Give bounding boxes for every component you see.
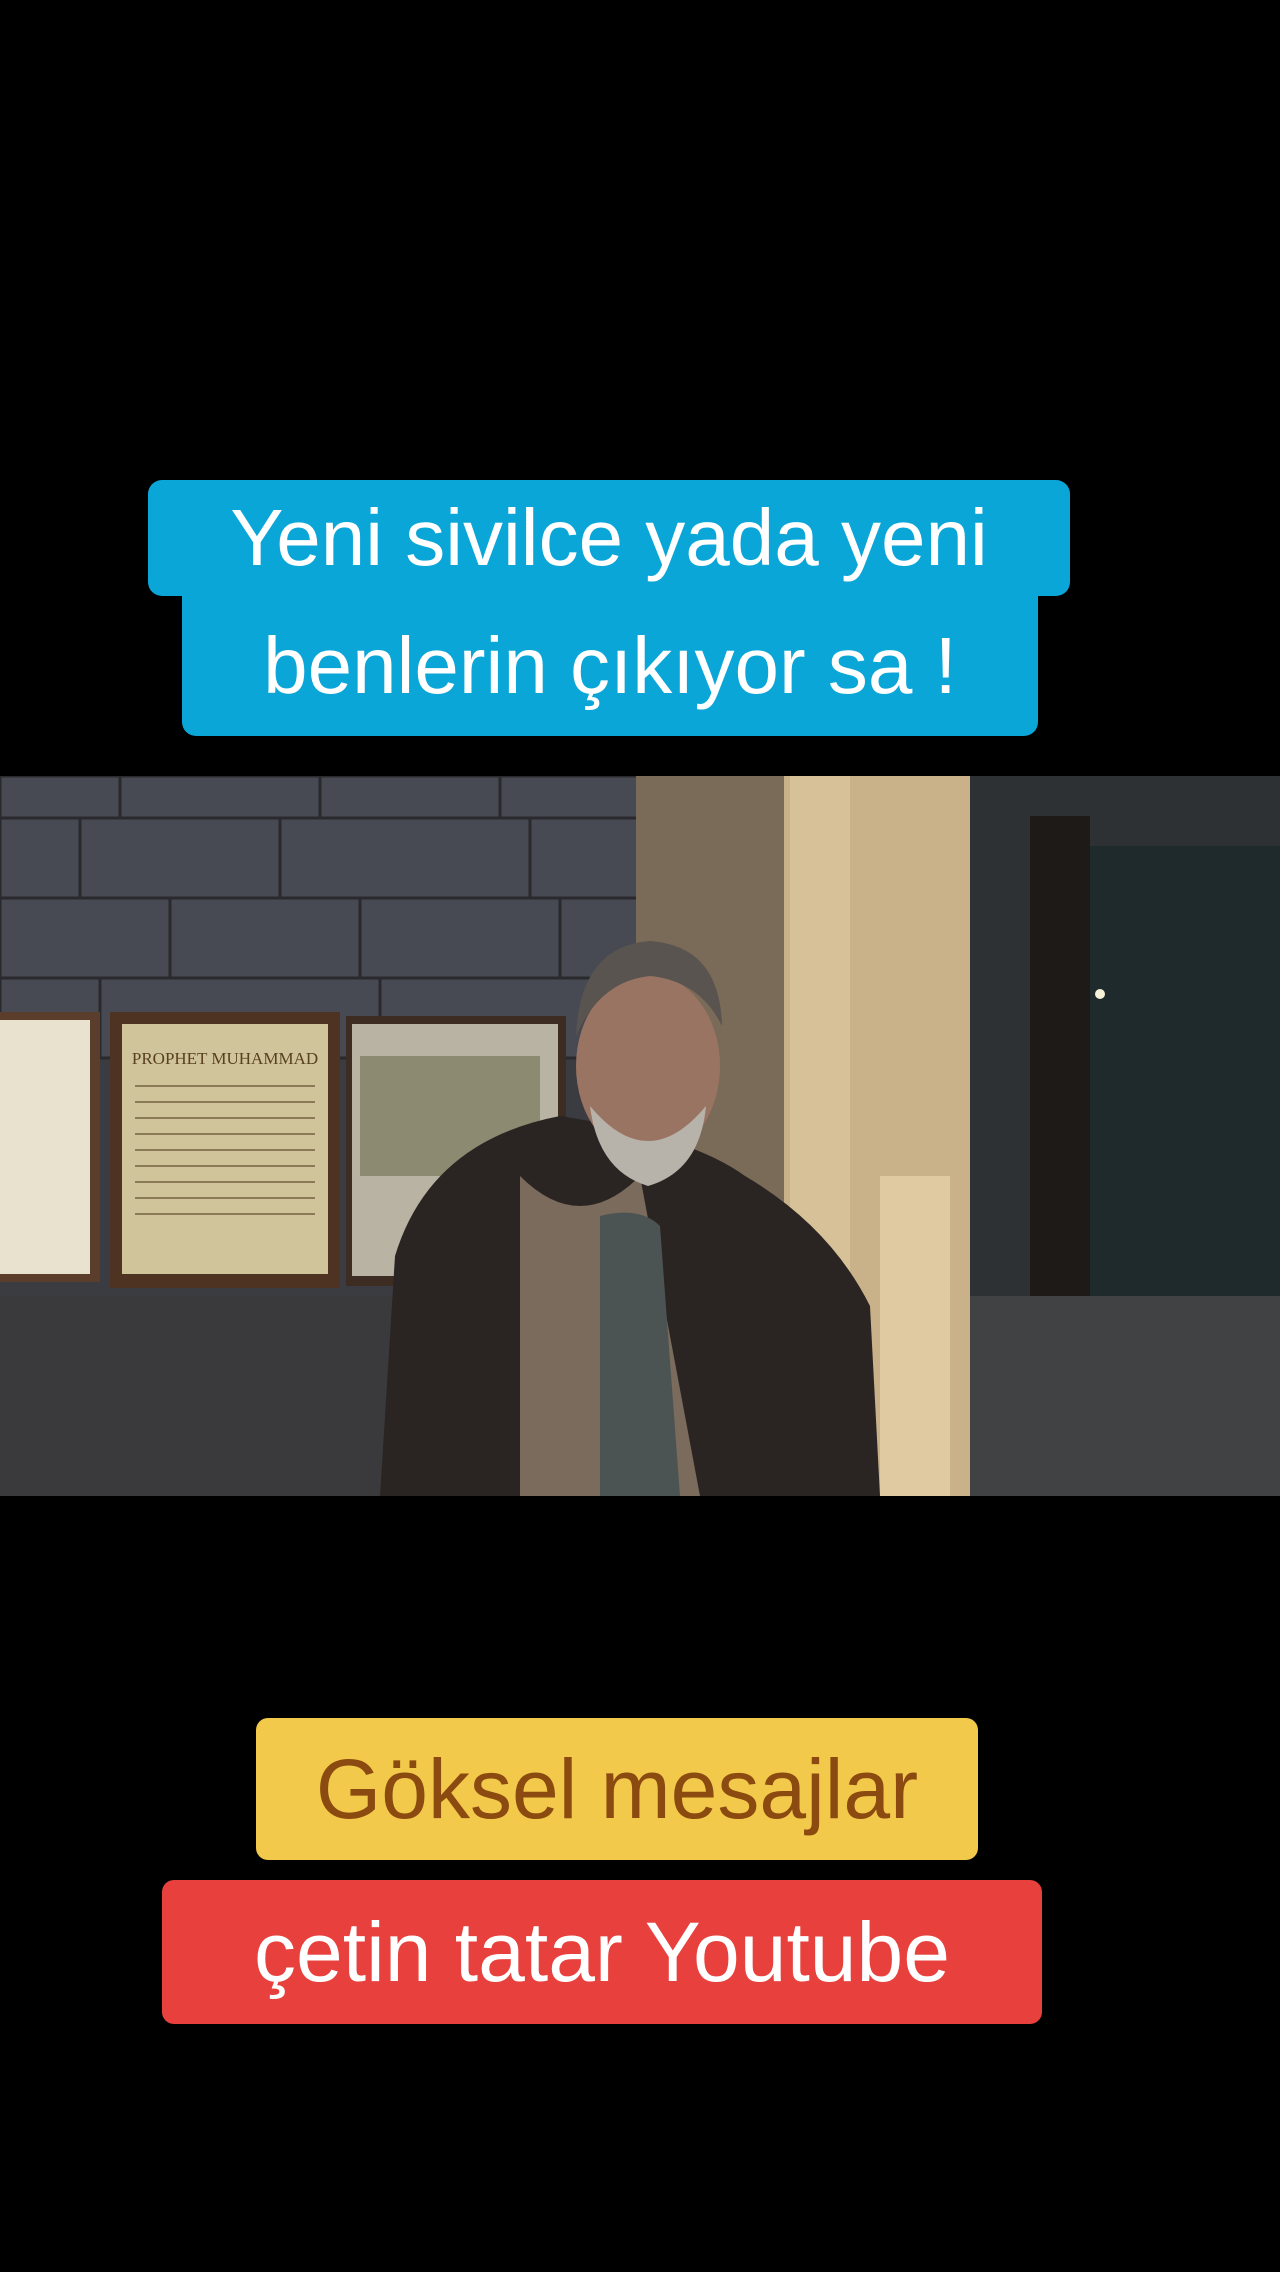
- sticker-goksel-mesajlar: Göksel mesajlar: [256, 1718, 978, 1860]
- caption-line-1: Yeni sivilce yada yeni: [148, 480, 1070, 596]
- sticker-youtube-channel: çetin tatar Youtube: [162, 1880, 1042, 2024]
- sticker-red-text: çetin tatar Youtube: [254, 1904, 950, 1999]
- video-scene: PROPHET MUHAMMAD: [0, 776, 1280, 1496]
- caption-line-1-text: Yeni sivilce yada yeni: [230, 493, 988, 582]
- video-screen[interactable]: Yeni sivilce yada yeni benlerin çıkıyor …: [0, 0, 1280, 2272]
- video-frame[interactable]: PROPHET MUHAMMAD: [0, 776, 1280, 1496]
- caption-line-2: benlerin çıkıyor sa !: [182, 596, 1038, 736]
- poster-title: PROPHET MUHAMMAD: [132, 1049, 318, 1068]
- sticker-yellow-text: Göksel mesajlar: [315, 1741, 919, 1836]
- caption-line-2-text: benlerin çıkıyor sa !: [263, 621, 957, 710]
